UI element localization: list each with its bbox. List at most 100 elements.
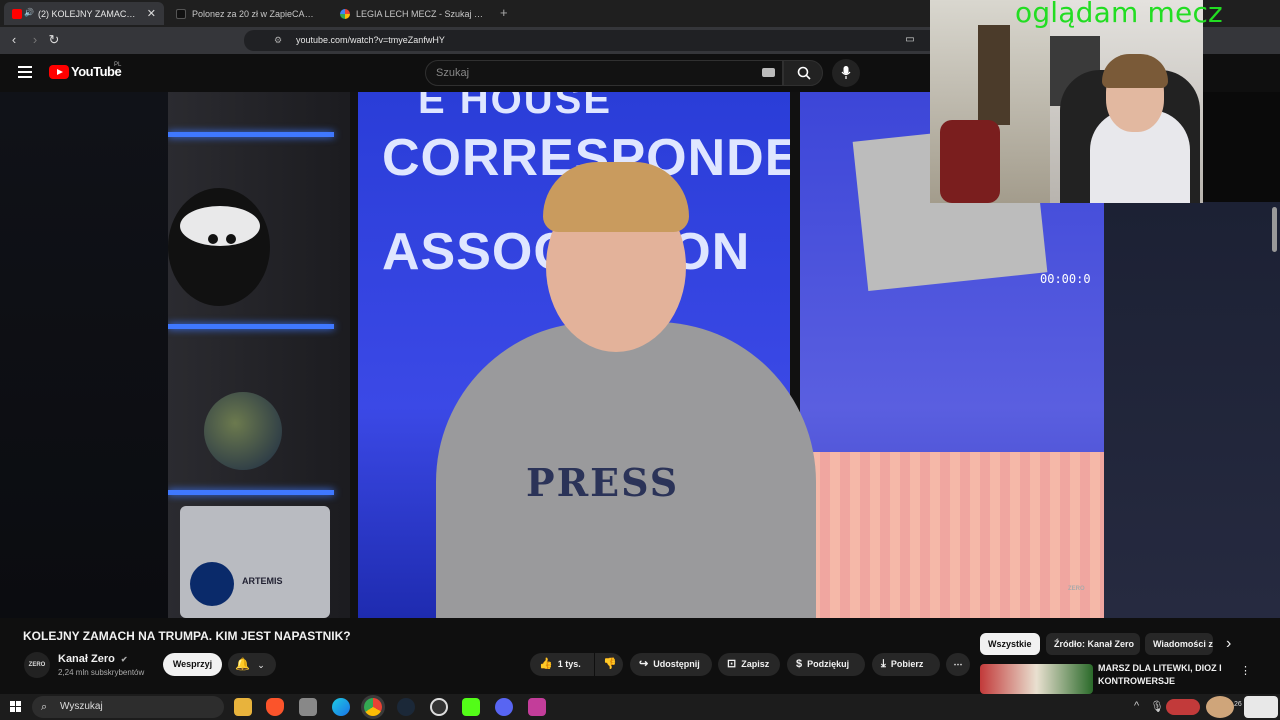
download-icon: ⤓ xyxy=(881,658,886,670)
globe xyxy=(204,392,282,470)
discord-icon[interactable] xyxy=(495,698,513,716)
region-code: PL xyxy=(114,62,122,68)
tab-label: LEGIA LECH MECZ - Szukaj w Google xyxy=(356,8,488,19)
channel-watermark: ZERO xyxy=(1068,586,1085,592)
new-tab-button[interactable]: + xyxy=(500,5,508,20)
chip-news[interactable]: Wiadomości z xyxy=(1145,633,1213,655)
recommendation-thumbnail[interactable] xyxy=(980,664,1093,694)
channel-name[interactable]: Kanał Zero ✔ xyxy=(58,653,128,665)
channel-avatar[interactable]: ZERO xyxy=(24,652,50,678)
logo-sticker xyxy=(1244,696,1278,718)
save-label: Zapisz xyxy=(741,659,770,669)
chrome-browser-icon[interactable] xyxy=(364,698,382,716)
download-label: Pobierz xyxy=(890,659,924,669)
backdrop-line-1: E HOUSE xyxy=(418,92,613,122)
sticker-artemis: ARTEMIS xyxy=(242,576,283,586)
share-button[interactable]: ↪ Udostępnij xyxy=(630,653,712,676)
bell-icon: 🔔 xyxy=(235,657,250,671)
thumbs-down-icon: 👎 xyxy=(603,658,617,670)
video-info-section: KOLEJNY ZAMACH NA TRUMPA. KIM JEST NAPAS… xyxy=(0,618,1280,694)
cat-sticker xyxy=(1206,696,1234,718)
forward-icon[interactable]: › xyxy=(27,32,43,48)
bookmark-icon: ⊡ xyxy=(727,658,737,670)
shelf-light xyxy=(168,132,334,137)
presenter-hoodie: PRESS xyxy=(436,322,816,618)
recommendation-menu-icon[interactable]: ⋮ xyxy=(1240,664,1251,677)
video-letterbox-right xyxy=(1104,202,1280,618)
laptop: ARTEMIS xyxy=(180,506,330,618)
chevron-down-icon: ⌄ xyxy=(257,660,265,670)
back-icon[interactable]: ‹ xyxy=(6,32,22,48)
save-button[interactable]: ⊡ Zapisz xyxy=(718,653,780,676)
app-icon[interactable] xyxy=(299,698,317,716)
taskbar-search-input[interactable]: ⌕ Wyszukaj xyxy=(32,696,224,718)
search-button[interactable] xyxy=(783,60,823,86)
shelf-light xyxy=(168,490,334,495)
stream-overlay-sticker xyxy=(1166,699,1200,715)
webcam-red-chair xyxy=(940,120,1000,203)
audio-icon[interactable]: 🔊 xyxy=(24,8,34,17)
screen-timestamp: 00:00:0 xyxy=(1040,272,1091,286)
like-count: 1 tys. xyxy=(557,659,581,669)
tab-label: (2) KOLEJNY ZAMACH NA TRUMPA xyxy=(38,8,139,19)
tab-label: Polonez za 20 zł w ZapieCARkach | TikTok xyxy=(192,8,320,19)
webcam-door xyxy=(978,25,1010,125)
share-label: Udostępnij xyxy=(653,659,700,669)
reload-icon[interactable]: ↻ xyxy=(46,32,62,48)
webcam-caption: oglądam mecz xyxy=(1015,0,1223,29)
tab-google[interactable]: LEGIA LECH MECZ - Szukaj w Google xyxy=(332,2,496,25)
super-thanks-icon: $ xyxy=(796,658,803,670)
webcam-overlay xyxy=(930,0,1203,203)
microphone-icon[interactable]: 🎙 xyxy=(1150,700,1164,713)
chip-all[interactable]: Wszystkie xyxy=(980,633,1040,655)
obs-studio-icon[interactable] xyxy=(430,698,448,716)
windows-start-icon[interactable] xyxy=(10,701,22,713)
download-button[interactable]: ⤓ Pobierz xyxy=(872,653,940,676)
notifications-button[interactable]: 🔔 ⌄ xyxy=(228,653,276,676)
verified-icon: ✔ xyxy=(120,655,128,664)
brave-browser-icon[interactable] xyxy=(266,698,284,716)
tab-youtube[interactable]: 🔊 (2) KOLEJNY ZAMACH NA TRUMPA ✕ xyxy=(4,2,164,25)
menu-icon[interactable] xyxy=(18,66,32,78)
curtain xyxy=(800,452,1104,618)
steam-icon[interactable] xyxy=(397,698,415,716)
dislike-button[interactable]: 👎 xyxy=(595,653,623,676)
file-explorer-icon[interactable] xyxy=(234,698,252,716)
close-tab-icon[interactable]: ✕ xyxy=(147,7,156,20)
taskbar-search-placeholder: Wyszukaj xyxy=(60,701,103,712)
shelf-light xyxy=(168,324,334,329)
microphone-icon xyxy=(841,66,851,79)
kick-icon[interactable] xyxy=(462,698,480,716)
url-field[interactable]: ⚙ youtube.com/watch?v=tmyeZanfwHY xyxy=(244,30,944,51)
hoodie-text: PRESS xyxy=(526,460,680,505)
site-info-icon[interactable]: ⚙ xyxy=(274,30,282,51)
search-icon: ⌕ xyxy=(41,701,48,713)
tray-overflow-icon[interactable]: ^ xyxy=(1134,700,1139,712)
search-input[interactable]: Szukaj xyxy=(425,60,783,86)
presenter-hair xyxy=(543,162,689,232)
sticker-esa xyxy=(190,562,234,606)
keyboard-icon[interactable] xyxy=(762,68,775,77)
chips-next-icon[interactable]: › xyxy=(1226,635,1231,653)
channel-name-label: Kanał Zero xyxy=(58,653,115,665)
voice-search-button[interactable] xyxy=(832,59,860,87)
thumbs-up-icon: 👍 xyxy=(539,658,553,670)
chip-source-channel[interactable]: Źródło: Kanał Zero xyxy=(1046,633,1140,655)
more-actions-button[interactable]: ⋯ xyxy=(946,653,970,676)
thanks-label: Podziękuj xyxy=(807,659,850,669)
youtube-logo-icon[interactable] xyxy=(49,65,69,79)
share-icon: ↪ xyxy=(639,658,649,670)
app-icon[interactable] xyxy=(528,698,546,716)
recommendation-title[interactable]: MARSZ DLA LITEWKI, DIOZ I KONTROWERSJE xyxy=(1098,662,1228,688)
cast-icon[interactable]: ▭ xyxy=(902,32,918,48)
tab-tiktok[interactable]: Polonez za 20 zł w ZapieCARkach | TikTok xyxy=(168,2,328,25)
edge-browser-icon[interactable] xyxy=(332,698,350,716)
thanks-button[interactable]: $ Podziękuj xyxy=(787,653,865,676)
page-scrollbar[interactable] xyxy=(1272,207,1277,252)
like-button[interactable]: 👍 1 tys. xyxy=(530,653,594,676)
support-button[interactable]: Wesprzyj xyxy=(163,653,222,676)
url-text: youtube.com/watch?v=tmyeZanfwHY xyxy=(296,35,445,45)
clock: 26 xyxy=(1234,701,1242,708)
youtube-header: YouTube PL Szukaj xyxy=(0,54,930,92)
tiktok-icon xyxy=(176,8,186,19)
